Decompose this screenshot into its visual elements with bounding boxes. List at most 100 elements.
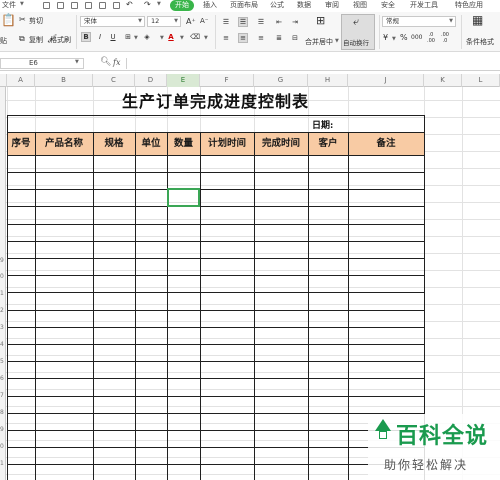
header-cell-product-name[interactable]: 产品名称 <box>35 132 93 155</box>
menu-tab-special[interactable]: 特色应用 <box>455 0 483 11</box>
chevron-down-icon[interactable]: ▼ <box>75 59 79 65</box>
header-cell-spec[interactable]: 规格 <box>93 132 135 155</box>
header-cell-customer[interactable]: 客户 <box>308 132 348 155</box>
formula-input[interactable] <box>126 58 500 69</box>
copy-icon[interactable]: ⧉ <box>19 34 25 44</box>
font-size-select[interactable]: 12 ▼ <box>147 16 181 27</box>
distributed-icon[interactable]: ⊟ <box>290 33 300 43</box>
currency-icon[interactable]: ¥ <box>383 33 388 43</box>
percent-icon[interactable]: % <box>400 33 408 43</box>
sheet-title[interactable]: 生产订单完成进度控制表 <box>7 92 424 112</box>
row-header[interactable]: 7 <box>0 392 6 399</box>
select-all-corner[interactable] <box>0 74 7 87</box>
header-cell-finish-time[interactable]: 完成时间 <box>254 132 308 155</box>
row-header[interactable]: 0 <box>0 443 6 450</box>
menu-tab-security[interactable]: 安全 <box>381 0 395 11</box>
chevron-down-icon[interactable]: ▼ <box>20 1 24 7</box>
chevron-down-icon[interactable]: ▼ <box>134 35 138 41</box>
row-header[interactable]: 6 <box>0 375 6 382</box>
column-header[interactable]: G <box>254 74 308 87</box>
chevron-down-icon[interactable]: ▼ <box>180 35 184 41</box>
open-file-icon[interactable] <box>57 2 64 9</box>
merge-center-icon[interactable]: ⊞ <box>316 15 325 26</box>
conditional-format-button[interactable]: 条件格式 <box>466 37 494 47</box>
chevron-down-icon[interactable]: ▼ <box>160 35 164 41</box>
chevron-down-icon[interactable]: ▼ <box>204 35 208 41</box>
align-middle-icon[interactable]: ☰ <box>238 17 248 27</box>
justify-icon[interactable]: ≣ <box>274 33 284 43</box>
decrease-font-icon[interactable]: A⁻ <box>200 17 208 25</box>
column-header[interactable]: B <box>35 74 93 87</box>
column-header[interactable]: A <box>7 74 35 87</box>
header-cell-unit[interactable]: 单位 <box>135 132 167 155</box>
wrap-text-button[interactable]: ⤶ 自动换行 <box>341 14 375 50</box>
redo-icon[interactable]: ↷ <box>144 0 151 10</box>
copy-button[interactable]: 复制 <box>29 35 43 45</box>
row-header[interactable]: 9 <box>0 257 6 264</box>
header-cell-planned-time[interactable]: 计划时间 <box>200 132 254 155</box>
format-painter-button[interactable]: 格式刷 <box>50 35 71 45</box>
column-header[interactable]: J <box>348 74 424 87</box>
undo-icon[interactable]: ↶ <box>126 0 133 10</box>
italic-button[interactable]: I <box>95 32 105 42</box>
row-header[interactable]: 1 <box>0 290 6 297</box>
align-center-icon[interactable]: ≡ <box>238 33 248 43</box>
paste-icon[interactable]: 📋 <box>1 14 16 26</box>
thousands-icon[interactable]: 000 <box>411 33 422 43</box>
conditional-format-icon[interactable]: ▦ <box>472 14 483 26</box>
new-file-icon[interactable] <box>43 2 50 9</box>
menu-tab-developer[interactable]: 开发工具 <box>410 0 438 11</box>
font-color-icon[interactable]: A <box>166 32 176 42</box>
chevron-down-icon[interactable]: ▼ <box>335 38 339 44</box>
align-left-icon[interactable]: ≡ <box>221 33 231 43</box>
export-icon[interactable] <box>113 2 120 9</box>
print-preview-icon[interactable] <box>99 2 106 9</box>
chevron-down-icon[interactable]: ▼ <box>157 1 161 7</box>
menu-tab-formulas[interactable]: 公式 <box>270 0 284 11</box>
column-header[interactable]: K <box>424 74 462 87</box>
cut-button[interactable]: 剪切 <box>29 16 43 26</box>
menu-tab-view[interactable]: 视图 <box>353 0 367 11</box>
column-header[interactable]: L <box>462 74 500 87</box>
menu-tab-review[interactable]: 审阅 <box>325 0 339 11</box>
align-bottom-icon[interactable]: ☰ <box>256 17 266 27</box>
eraser-icon[interactable]: ⌫ <box>190 32 200 42</box>
decrease-decimal-icon[interactable]: .00.0 <box>441 32 449 44</box>
row-header[interactable]: 0 <box>0 273 6 280</box>
bold-button[interactable]: B <box>81 32 91 42</box>
column-header[interactable]: H <box>308 74 348 87</box>
column-header[interactable]: F <box>200 74 254 87</box>
row-header[interactable]: 1 <box>0 460 6 467</box>
align-right-icon[interactable]: ≡ <box>256 33 266 43</box>
header-cell-quantity[interactable]: 数量 <box>167 132 200 155</box>
row-header[interactable]: 5 <box>0 358 6 365</box>
border-icon[interactable]: ⊞ <box>123 32 133 42</box>
save-icon[interactable] <box>71 2 78 9</box>
row-header[interactable]: 9 <box>0 426 6 433</box>
menu-tab-data[interactable]: 数据 <box>297 0 311 11</box>
increase-decimal-icon[interactable]: .0.00 <box>427 32 435 44</box>
align-top-icon[interactable]: ☰ <box>221 17 231 27</box>
fill-color-icon[interactable]: ◈ <box>142 32 152 42</box>
row-header[interactable]: 3 <box>0 324 6 331</box>
column-header[interactable]: D <box>135 74 167 87</box>
underline-button[interactable]: U <box>108 32 118 42</box>
paste-button[interactable]: 贴 <box>0 36 7 46</box>
row-header[interactable]: 8 <box>0 409 6 416</box>
row-header[interactable]: 2 <box>0 307 6 314</box>
number-format-select[interactable]: 常规 ▼ <box>382 16 456 27</box>
menu-tab-page-layout[interactable]: 页面布局 <box>230 0 258 11</box>
chevron-down-icon[interactable]: ▼ <box>392 36 396 42</box>
merge-center-button[interactable]: 合并居中 <box>305 37 333 47</box>
indent-increase-icon[interactable]: ⇥ <box>290 17 300 27</box>
zoom-icon[interactable]: 🔍︎ <box>100 57 111 67</box>
menu-tab-insert[interactable]: 插入 <box>203 0 217 11</box>
menu-tab-home[interactable]: 开始 <box>170 0 194 11</box>
scissors-icon[interactable]: ✂ <box>19 15 26 25</box>
active-cell-selection[interactable] <box>167 188 200 207</box>
header-cell-index[interactable]: 序号 <box>7 132 35 155</box>
row-header[interactable]: 4 <box>0 341 6 348</box>
font-name-select[interactable]: 宋体 ▼ <box>80 16 145 27</box>
print-icon[interactable] <box>85 2 92 9</box>
increase-font-icon[interactable]: A⁺ <box>186 17 196 26</box>
